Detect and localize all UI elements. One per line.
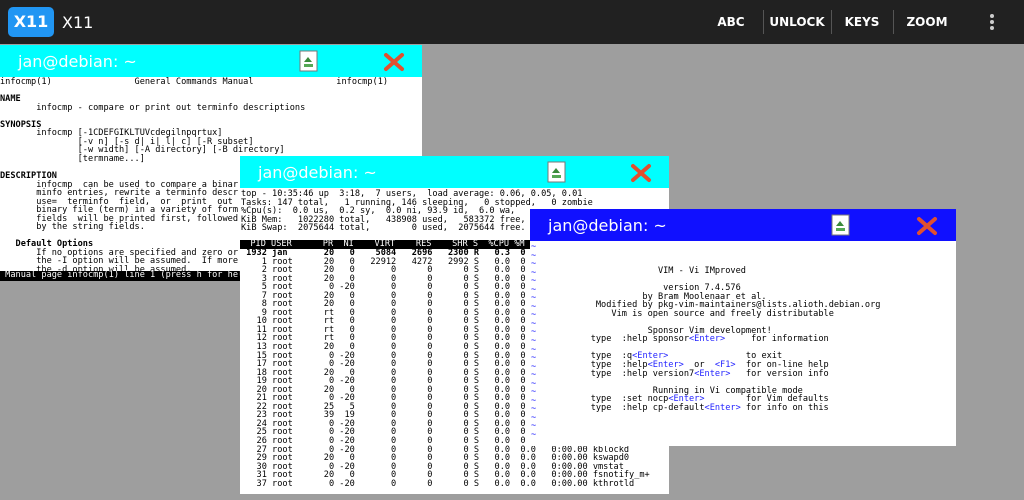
vim-window[interactable]: jan@debian: ~ ~ ~ ~ ~ ~ ~ ~ ~ ~ ~ ~ ~ ~ ~ ~ ~ ~ ~ ~ ~ ~ ~ ~ VI… [530, 209, 956, 446]
vim-tilde: ~ [531, 242, 537, 252]
abc-button[interactable]: ABC [702, 0, 760, 44]
app-bar: X11 X11 ABC UNLOCK KEYS ZOOM [0, 0, 1024, 44]
recycle-icon[interactable] [546, 161, 568, 183]
man-line: infocmp - compare or print out terminfo … [0, 102, 306, 113]
vim-intro-line: type :help version7<Enter> for version i… [570, 368, 956, 379]
close-icon[interactable] [916, 215, 938, 237]
close-icon[interactable] [383, 51, 405, 73]
vim-intro-screen: VIM - Vi IMproved version 7.4.576 by Bra… [570, 267, 956, 412]
window-title: jan@debian: ~ [258, 163, 377, 182]
window-titlebar[interactable]: jan@debian: ~ [240, 156, 669, 188]
vim-key-hint: <Enter> [694, 368, 731, 379]
recycle-icon[interactable] [298, 50, 320, 72]
zoom-button[interactable]: ZOOM [896, 0, 958, 44]
window-title: jan@debian: ~ [548, 216, 667, 235]
vim-intro-text: type :help version7 [570, 368, 695, 379]
window-titlebar[interactable]: jan@debian: ~ [0, 45, 422, 77]
vim-intro-text: type :help sponsor [570, 334, 689, 345]
vim-intro-text: type :help cp-default [570, 402, 705, 413]
window-title: jan@debian: ~ [18, 52, 137, 71]
vim-intro-text: for version info [730, 368, 829, 379]
vim-tilde: ~ [531, 421, 537, 432]
vim-key-hint: <Enter> [704, 402, 741, 413]
vim-tilde: ~ [531, 430, 537, 441]
toolbar-divider [893, 10, 894, 34]
toolbar-divider [831, 10, 832, 34]
vim-intro-line: Vim is open source and freely distributa… [570, 308, 834, 319]
man-line: infocmp(1) General Commands Manual infoc… [0, 77, 389, 87]
close-icon[interactable] [630, 162, 652, 184]
vim-intro-line: VIM - Vi IMproved [570, 266, 746, 276]
toolbar-divider [763, 10, 764, 34]
recycle-icon[interactable] [830, 214, 852, 236]
x11-logo[interactable]: X11 [8, 7, 54, 37]
vim-intro-text: for info on this [740, 402, 829, 413]
vim-key-hint: <Enter> [689, 334, 726, 345]
vim-intro-line: type :help cp-default<Enter> for info on… [570, 402, 956, 413]
man-line [0, 112, 422, 121]
process-row: 37 root 0 -20 0 0 0 S 0.0 0.0 0:00.00 kt… [241, 478, 635, 489]
app-title: X11 [62, 13, 94, 32]
vim-intro-text: for information [725, 334, 829, 345]
man-line [0, 87, 422, 96]
more-vert-icon[interactable] [982, 12, 1002, 34]
vim-intro-line: type :help sponsor<Enter> for informatio… [570, 335, 956, 344]
vim-tilde: ~ [531, 412, 537, 423]
vim-tilde: ~ [531, 250, 537, 261]
keys-button[interactable]: KEYS [834, 0, 890, 44]
window-titlebar[interactable]: jan@debian: ~ [530, 209, 956, 241]
unlock-button[interactable]: UNLOCK [766, 0, 828, 44]
